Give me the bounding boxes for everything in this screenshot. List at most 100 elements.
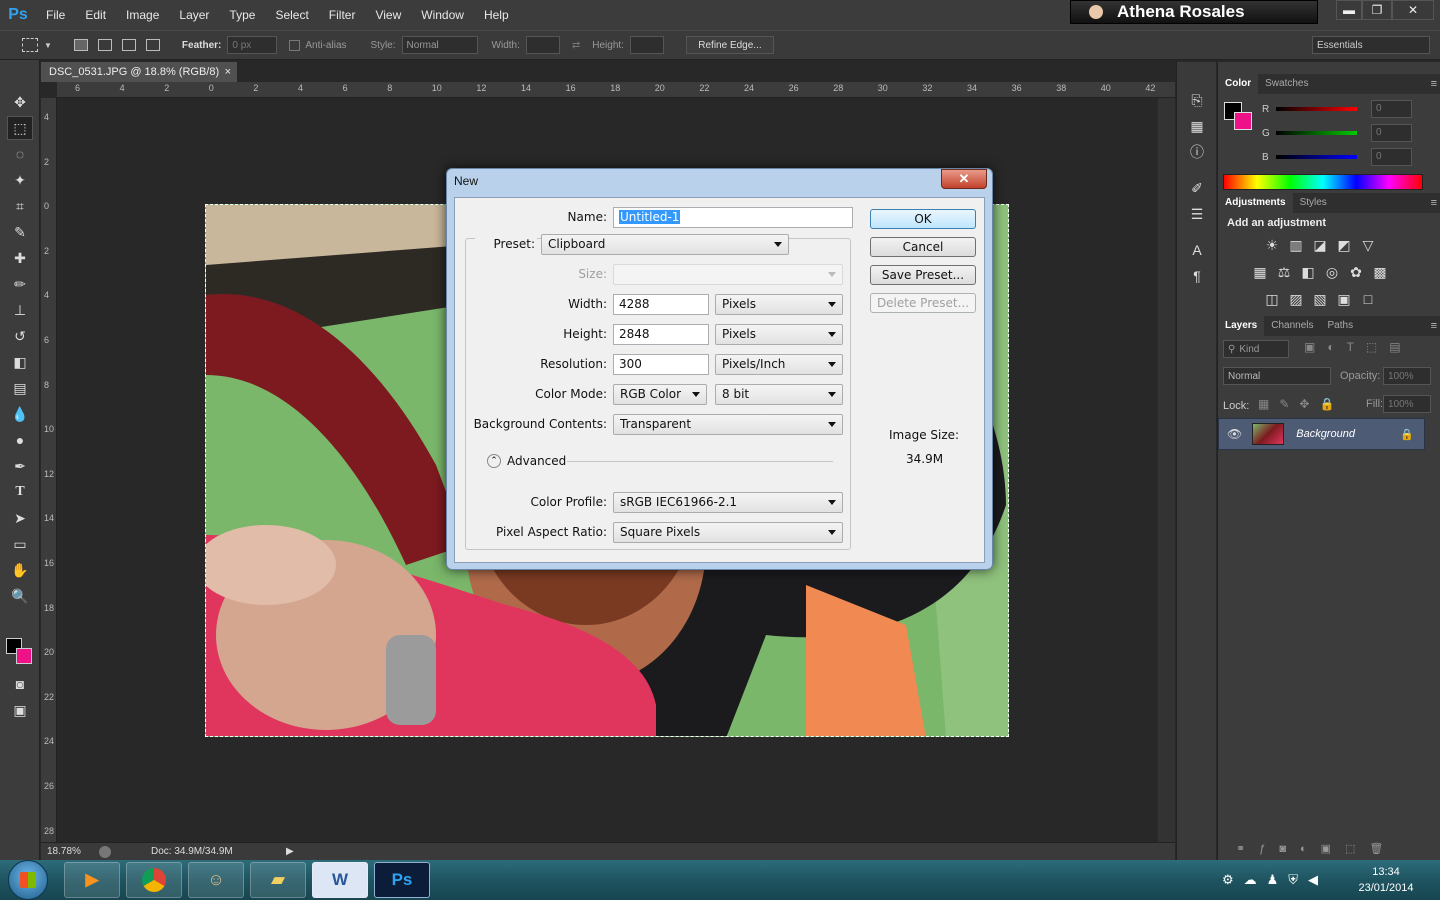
- height-input[interactable]: [629, 36, 664, 54]
- layer-name[interactable]: Background: [1296, 428, 1355, 440]
- exposure-icon[interactable]: ◩: [1332, 234, 1356, 256]
- status-info-icon[interactable]: [99, 845, 111, 858]
- green-slider[interactable]: G 0: [1262, 124, 1412, 142]
- lasso-tool-icon[interactable]: ◌: [7, 142, 33, 166]
- hand-tool-icon[interactable]: ✋: [7, 558, 33, 582]
- brush-presets-icon[interactable]: ☰: [1184, 202, 1210, 226]
- resolution-unit-select[interactable]: Pixels/Inch: [715, 354, 843, 375]
- tab-styles[interactable]: Styles: [1293, 193, 1334, 213]
- screen-mode-icon[interactable]: ▣: [7, 698, 33, 722]
- red-slider[interactable]: R 0: [1262, 100, 1412, 118]
- brush-panel-icon[interactable]: ✐: [1184, 176, 1210, 200]
- clock[interactable]: 13:34 23/01/2014: [1346, 864, 1426, 896]
- blue-slider[interactable]: B 0: [1262, 148, 1412, 166]
- gradient-tool-icon[interactable]: ▤: [7, 376, 33, 400]
- marquee-tool-icon[interactable]: ⬚: [7, 116, 33, 140]
- tab-paths[interactable]: Paths: [1321, 316, 1361, 336]
- magic-wand-icon[interactable]: ✦: [7, 168, 33, 192]
- menu-file[interactable]: File: [36, 0, 75, 30]
- panel-menu-icon[interactable]: ≡: [1431, 320, 1437, 332]
- shape-tool-icon[interactable]: ▭: [7, 532, 33, 556]
- color-profile-select[interactable]: sRGB IEC61966-2.1: [613, 492, 843, 513]
- swap-icon[interactable]: ⇄: [572, 40, 580, 51]
- tab-layers[interactable]: Layers: [1218, 316, 1265, 336]
- vibrance-icon[interactable]: ▽: [1356, 234, 1380, 256]
- color-lookup-icon[interactable]: ▩: [1368, 261, 1392, 283]
- menu-type[interactable]: Type: [219, 0, 265, 30]
- info-panel-icon[interactable]: ⓘ: [1184, 140, 1210, 164]
- close-button[interactable]: ✕: [1392, 0, 1434, 20]
- crop-tool-icon[interactable]: ⌗: [7, 194, 33, 218]
- bg-color-chip[interactable]: [1234, 112, 1252, 130]
- bit-depth-select[interactable]: 8 bit: [715, 384, 843, 405]
- color-balance-icon[interactable]: ⚖: [1272, 261, 1296, 283]
- new-selection-icon[interactable]: [73, 39, 88, 51]
- threshold-icon[interactable]: ▧: [1308, 289, 1332, 311]
- history-brush-icon[interactable]: ↺: [7, 324, 33, 348]
- marquee-tool-icon[interactable]: [22, 38, 38, 52]
- height-input[interactable]: 2848: [613, 324, 709, 345]
- taskbar-chrome[interactable]: [126, 862, 182, 898]
- menu-layer[interactable]: Layer: [169, 0, 219, 30]
- background-color-swatch[interactable]: [16, 648, 32, 664]
- fill-input[interactable]: 100%: [1383, 395, 1431, 413]
- character-panel-icon[interactable]: A: [1184, 238, 1210, 262]
- taskbar-media-player[interactable]: ▶: [64, 862, 120, 898]
- path-select-icon[interactable]: ➤: [7, 506, 33, 530]
- status-menu-arrow-icon[interactable]: ▶: [286, 846, 294, 857]
- subtract-selection-icon[interactable]: [121, 39, 136, 51]
- gradient-map-icon[interactable]: ▣: [1332, 289, 1356, 311]
- layer-kind-filter[interactable]: ⚲ Kind: [1223, 340, 1289, 358]
- hue-saturation-icon[interactable]: ▦: [1248, 261, 1272, 283]
- menu-view[interactable]: View: [365, 0, 411, 30]
- move-tool-icon[interactable]: ✥: [7, 90, 33, 114]
- green-value[interactable]: 0: [1370, 124, 1412, 142]
- width-unit-select[interactable]: Pixels: [715, 294, 843, 315]
- dropdown-arrow-icon[interactable]: ▼: [44, 41, 52, 50]
- pixel-aspect-select[interactable]: Square Pixels: [613, 522, 843, 543]
- blue-value[interactable]: 0: [1370, 148, 1412, 166]
- background-select[interactable]: Transparent: [613, 414, 843, 435]
- intersect-selection-icon[interactable]: [145, 39, 160, 51]
- zoom-tool-icon[interactable]: 🔍: [7, 584, 33, 608]
- start-button[interactable]: [8, 860, 48, 900]
- taskbar-folder[interactable]: ▰: [250, 862, 306, 898]
- color-mode-select[interactable]: RGB Color: [613, 384, 707, 405]
- type-tool-icon[interactable]: T: [7, 480, 33, 504]
- style-select[interactable]: Normal: [401, 36, 478, 54]
- width-input[interactable]: [525, 36, 560, 54]
- quick-mask-icon[interactable]: ◙: [7, 672, 33, 696]
- curves-icon[interactable]: ◪: [1308, 234, 1332, 256]
- menu-edit[interactable]: Edit: [75, 0, 116, 30]
- clone-stamp-icon[interactable]: ⊥: [7, 298, 33, 322]
- cancel-button[interactable]: Cancel: [870, 237, 976, 257]
- menu-filter[interactable]: Filter: [319, 0, 366, 30]
- menu-select[interactable]: Select: [265, 0, 318, 30]
- layer-row-background[interactable]: 👁 Background 🔒: [1218, 418, 1425, 450]
- menu-help[interactable]: Help: [474, 0, 519, 30]
- minimize-button[interactable]: ▬: [1336, 0, 1362, 20]
- levels-icon[interactable]: ▥: [1284, 234, 1308, 256]
- paragraph-panel-icon[interactable]: ¶: [1184, 264, 1210, 288]
- resolution-input[interactable]: 300: [613, 354, 709, 375]
- blur-tool-icon[interactable]: 💧: [7, 402, 33, 426]
- properties-panel-icon[interactable]: ▦: [1184, 114, 1210, 138]
- eraser-icon[interactable]: ◧: [7, 350, 33, 374]
- eyedropper-icon[interactable]: ✎: [7, 220, 33, 244]
- channel-mixer-icon[interactable]: ✿: [1344, 261, 1368, 283]
- panel-menu-icon[interactable]: ≡: [1431, 78, 1437, 90]
- name-input[interactable]: Untitled-1: [613, 207, 853, 228]
- panel-menu-icon[interactable]: ≡: [1431, 197, 1437, 209]
- zoom-level[interactable]: 18.78%: [47, 846, 95, 857]
- ok-button[interactable]: OK: [870, 209, 976, 229]
- maximize-button[interactable]: ❐: [1362, 0, 1392, 20]
- save-preset-button[interactable]: Save Preset...: [870, 265, 976, 285]
- eye-icon[interactable]: 👁: [1227, 427, 1242, 441]
- add-selection-icon[interactable]: [97, 39, 112, 51]
- posterize-icon[interactable]: ▨: [1284, 289, 1308, 311]
- tab-adjustments[interactable]: Adjustments: [1218, 193, 1293, 213]
- pen-tool-icon[interactable]: ✒: [7, 454, 33, 478]
- taskbar-word[interactable]: W: [312, 862, 368, 898]
- brightness-icon[interactable]: ☀: [1260, 234, 1284, 256]
- taskbar-user-app[interactable]: ☺: [188, 862, 244, 898]
